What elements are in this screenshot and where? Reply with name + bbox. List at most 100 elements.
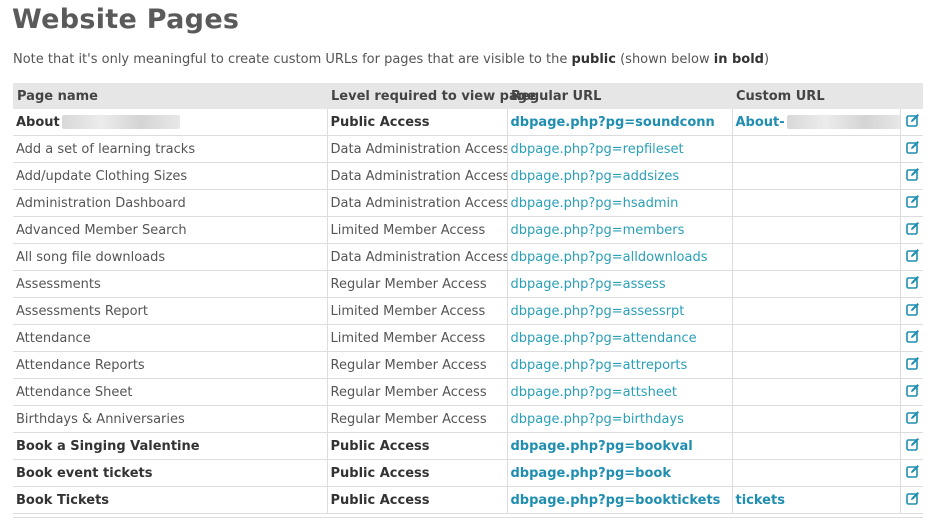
edit-icon[interactable] (906, 383, 920, 397)
page-name-text: Attendance (16, 330, 91, 346)
edit-icon[interactable] (906, 410, 920, 424)
cell-access-level: Data Administration Access (326, 162, 507, 190)
cell-access-level: Regular Member Access (326, 351, 507, 379)
edit-icon[interactable] (906, 302, 920, 316)
cell-edit (899, 297, 923, 325)
cell-edit (899, 162, 923, 190)
page-name-text: About (16, 114, 60, 130)
table-header-row: Page name Level required to view page Re… (13, 83, 923, 109)
edit-icon[interactable] (906, 248, 920, 262)
cell-custom-url (731, 378, 900, 406)
cell-edit (899, 432, 923, 460)
cell-access-level: Data Administration Access (326, 243, 507, 271)
note-text-3: ) (763, 52, 770, 67)
custom-url-link[interactable]: About- (736, 115, 785, 130)
cell-page-name: Add a set of learning tracks (13, 135, 327, 163)
edit-icon[interactable] (906, 194, 920, 208)
cell-access-level: Data Administration Access (326, 189, 507, 217)
cell-custom-url[interactable]: tickets (731, 486, 900, 514)
regular-url-link[interactable]: dbpage.php?pg=booktickets (506, 486, 732, 514)
edit-icon[interactable] (906, 491, 920, 505)
cell-access-level: Public Access (326, 432, 507, 460)
regular-url-link[interactable]: dbpage.php?pg=hsadmin (506, 189, 732, 217)
table-row: About Public Access dbpage.php?pg=soundcon… (13, 109, 923, 136)
cell-custom-url[interactable]: About- (731, 109, 900, 136)
edit-icon[interactable] (906, 464, 920, 478)
page-name-text: Add/update Clothing Sizes (16, 168, 188, 184)
cell-custom-url (731, 216, 900, 244)
cell-access-level: Regular Member Access (326, 405, 507, 433)
cell-edit (899, 135, 923, 163)
page-name-text: Advanced Member Search (16, 222, 187, 238)
cell-page-name: Advanced Member Search (13, 216, 327, 244)
edit-icon[interactable] (906, 275, 920, 289)
cell-custom-url (731, 324, 900, 352)
edit-icon[interactable] (906, 113, 920, 127)
regular-url-link[interactable]: dbpage.php?pg=attreports (506, 351, 732, 379)
regular-url-link[interactable]: dbpage.php?pg=soundconn (506, 109, 732, 136)
table-row: Advanced Member Search Limited Member Acc… (13, 216, 923, 244)
cell-page-name: Book a Singing Valentine (13, 432, 327, 460)
regular-url-link[interactable]: dbpage.php?pg=repfileset (506, 135, 732, 163)
cell-access-level: Public Access (326, 486, 507, 514)
edit-icon[interactable] (906, 167, 920, 181)
cell-access-level: Limited Member Access (326, 216, 507, 244)
table-row: Birthdays & Anniversaries Regular Member … (13, 405, 923, 433)
page: Website Pages Note that it's only meanin… (0, 0, 930, 522)
page-name-text: Book a Singing Valentine (16, 438, 200, 454)
cell-custom-url (731, 459, 900, 487)
note-text-2: (shown below (615, 52, 714, 67)
header-page-name: Page name (13, 83, 327, 109)
cell-access-level: Public Access (326, 109, 507, 136)
table-row: Administration Dashboard Data Administrat… (13, 189, 923, 217)
cell-page-name: Add/update Clothing Sizes (13, 162, 327, 190)
regular-url-link[interactable]: dbpage.php?pg=attendance (506, 324, 732, 352)
cell-access-level: Limited Member Access (326, 297, 507, 325)
table-row: Assessments Regular Member Access dbpage.p… (13, 270, 923, 298)
cell-access-level: Limited Member Access (326, 324, 507, 352)
cell-custom-url (731, 405, 900, 433)
regular-url-link[interactable]: dbpage.php?pg=addsizes (506, 162, 732, 190)
cell-edit (899, 351, 923, 379)
cell-edit (899, 459, 923, 487)
cell-page-name: Assessments (13, 270, 327, 298)
edit-icon[interactable] (906, 356, 920, 370)
table-row: Book Tickets Public Access dbpage.php?pg=b… (13, 486, 923, 514)
cell-edit (899, 405, 923, 433)
cell-custom-url (731, 135, 900, 163)
regular-url-link[interactable]: dbpage.php?pg=alldownloads (506, 243, 732, 271)
page-name-text: Birthdays & Anniversaries (16, 411, 185, 427)
page-name-text: Assessments Report (16, 303, 148, 319)
redacted-text (786, 115, 900, 129)
regular-url-link[interactable]: dbpage.php?pg=bookval (506, 432, 732, 460)
edit-icon[interactable] (906, 437, 920, 451)
regular-url-link[interactable]: dbpage.php?pg=attsheet (506, 378, 732, 406)
cell-page-name: Birthdays & Anniversaries (13, 405, 327, 433)
regular-url-link[interactable]: dbpage.php?pg=assess (506, 270, 732, 298)
note-text-1: Note that it's only meaningful to create… (13, 52, 572, 67)
edit-icon[interactable] (906, 329, 920, 343)
header-regular-url: Regular URL (507, 83, 732, 109)
page-name-text: Book event tickets (16, 465, 153, 481)
note-bold: in bold (713, 52, 764, 67)
cell-edit (899, 216, 923, 244)
info-note: Note that it's only meaningful to create… (13, 52, 769, 67)
cell-page-name: Attendance (13, 324, 327, 352)
cell-access-level: Data Administration Access (326, 135, 507, 163)
page-name-text: Administration Dashboard (16, 195, 186, 211)
edit-icon[interactable] (906, 140, 920, 154)
page-name-text: Assessments (16, 276, 101, 292)
edit-icon[interactable] (906, 221, 920, 235)
custom-url-link[interactable]: tickets (736, 493, 785, 508)
cell-edit (899, 378, 923, 406)
cell-page-name: Attendance Reports (13, 351, 327, 379)
regular-url-link[interactable]: dbpage.php?pg=assessrpt (506, 297, 732, 325)
table-row: Attendance Reports Regular Member Access d… (13, 351, 923, 379)
regular-url-link[interactable]: dbpage.php?pg=members (506, 216, 732, 244)
cell-edit (899, 324, 923, 352)
regular-url-link[interactable]: dbpage.php?pg=book (506, 459, 732, 487)
table-row: Book event tickets Public Access dbpage.ph… (13, 459, 923, 487)
header-actions (900, 83, 923, 109)
table-row: Attendance Limited Member Access dbpage.ph… (13, 324, 923, 352)
regular-url-link[interactable]: dbpage.php?pg=birthdays (506, 405, 732, 433)
